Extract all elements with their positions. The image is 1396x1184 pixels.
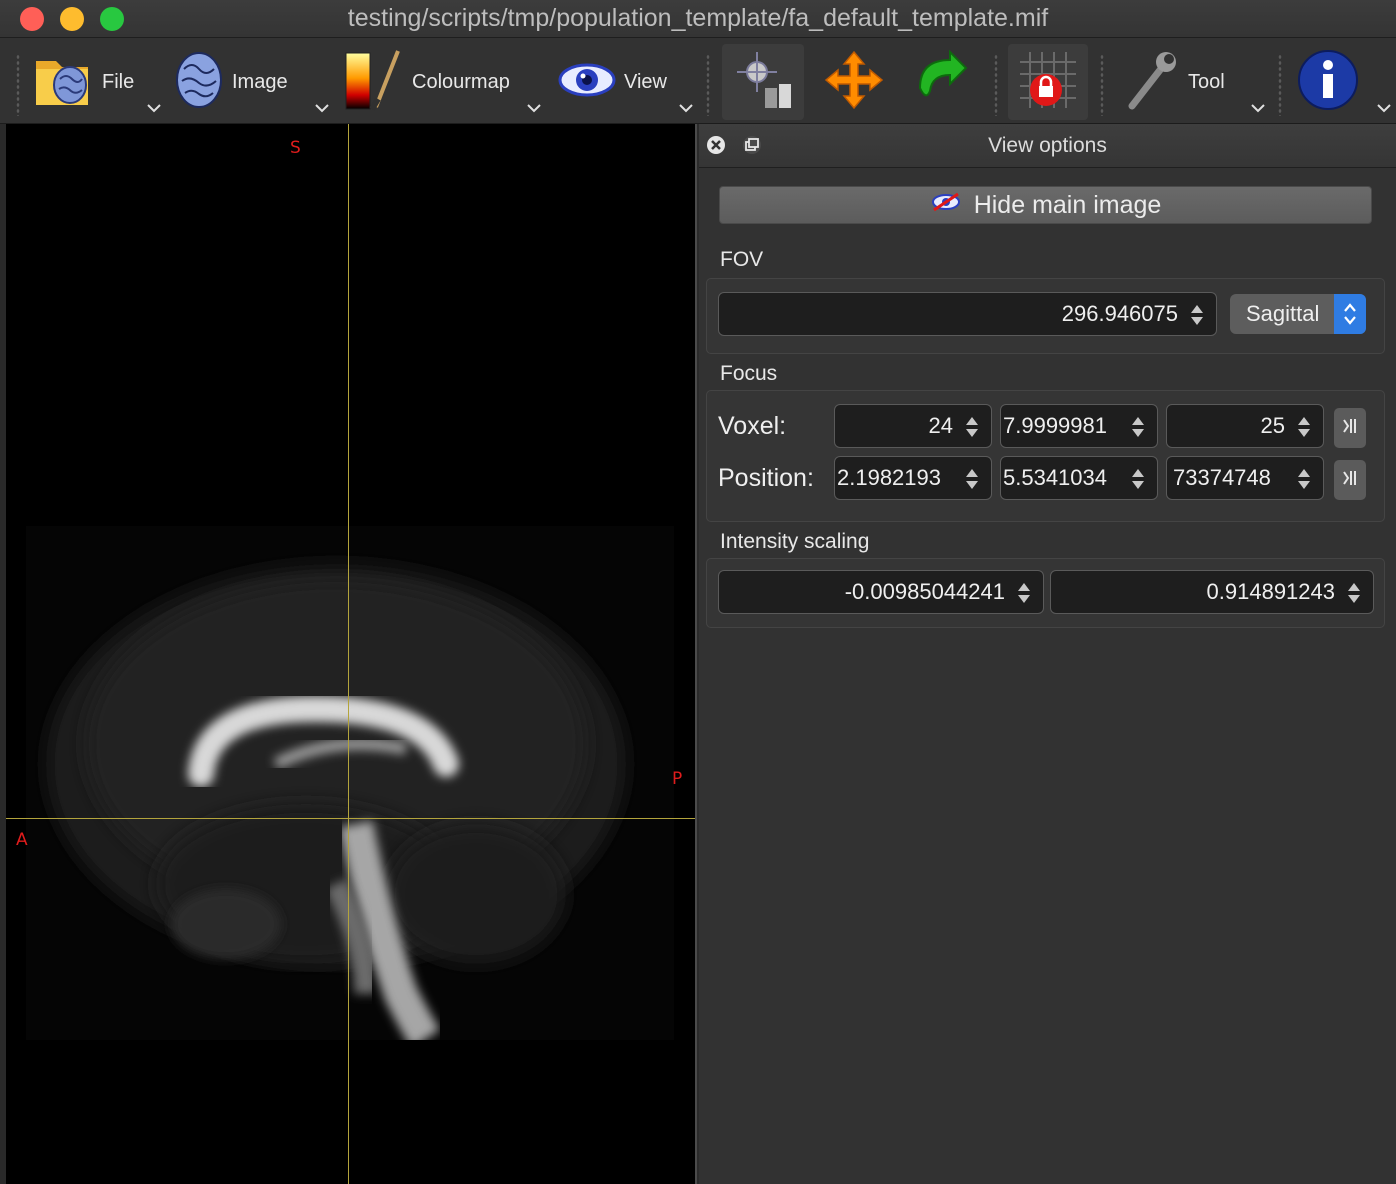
crosshair-icon bbox=[731, 48, 795, 117]
up-down-arrows-icon[interactable] bbox=[965, 467, 979, 491]
position-z-spinbox[interactable]: 73374748 bbox=[1166, 456, 1324, 500]
chevron-down-icon bbox=[1376, 100, 1392, 116]
intensity-section-label: Intensity scaling bbox=[720, 530, 870, 553]
position-x-spinbox[interactable]: 2.1982193 bbox=[834, 456, 992, 500]
file-menu-button[interactable]: File bbox=[32, 44, 162, 120]
crosshair-mode-button[interactable] bbox=[722, 44, 804, 120]
colourmap-brush-icon bbox=[342, 47, 404, 118]
hidden-eye-icon bbox=[930, 191, 974, 220]
fov-section-label: FOV bbox=[720, 248, 764, 271]
intensity-max-value: 0.914891243 bbox=[1206, 579, 1335, 604]
position-y-spinbox[interactable]: 5.5341034 bbox=[1000, 456, 1158, 500]
plane-select[interactable]: Sagittal bbox=[1230, 294, 1366, 334]
orientation-label-anterior: A bbox=[16, 830, 28, 850]
voxel-x-value: 24 bbox=[928, 413, 953, 438]
voxel-x-spinbox[interactable]: 24 bbox=[834, 404, 992, 448]
tool-menu-button[interactable]: Tool bbox=[1126, 44, 1266, 120]
image-menu-label: Image bbox=[232, 70, 288, 93]
voxel-z-value: 25 bbox=[1260, 413, 1285, 438]
up-down-arrows-icon[interactable] bbox=[1347, 581, 1361, 605]
eye-icon bbox=[558, 55, 616, 110]
toolbar-grip[interactable] bbox=[1278, 54, 1282, 116]
wrench-icon bbox=[1126, 50, 1180, 115]
image-menu-button[interactable]: Image bbox=[174, 44, 330, 120]
chevron-down-icon bbox=[314, 100, 330, 116]
view-menu-label: View bbox=[624, 70, 667, 93]
colourmap-menu-label: Colourmap bbox=[412, 70, 510, 93]
position-x-value: 2.1982193 bbox=[837, 465, 941, 490]
link-icon bbox=[1341, 415, 1359, 442]
chevron-down-icon bbox=[526, 100, 542, 116]
panel-title: View options bbox=[988, 134, 1107, 157]
up-down-arrows-icon[interactable] bbox=[1017, 581, 1031, 605]
rotate-arrow-icon bbox=[910, 48, 974, 117]
chevron-down-icon bbox=[678, 100, 694, 116]
up-down-arrows-icon[interactable] bbox=[1297, 415, 1311, 439]
crosshair-horizontal bbox=[6, 818, 695, 819]
info-menu-button[interactable] bbox=[1296, 44, 1392, 120]
orientation-label-posterior: P bbox=[672, 769, 683, 789]
file-menu-label: File bbox=[102, 70, 135, 93]
position-label: Position: bbox=[718, 464, 814, 492]
colourmap-menu-button[interactable]: Colourmap bbox=[342, 44, 542, 120]
plane-select-value: Sagittal bbox=[1246, 301, 1320, 326]
voxel-label: Voxel: bbox=[718, 412, 787, 440]
toolbar-grip[interactable] bbox=[16, 54, 20, 116]
voxel-link-button[interactable] bbox=[1334, 408, 1366, 448]
toolbar-grip[interactable] bbox=[1100, 54, 1104, 116]
lock-to-grid-button[interactable] bbox=[1008, 44, 1088, 120]
toolbar-grip[interactable] bbox=[994, 54, 998, 116]
folder-brain-icon bbox=[32, 49, 94, 116]
up-down-arrows-icon[interactable] bbox=[1190, 303, 1204, 327]
focus-section-label: Focus bbox=[720, 362, 778, 385]
window-title: testing/scripts/tmp/population_template/… bbox=[347, 4, 1049, 32]
view-menu-button[interactable]: View bbox=[558, 44, 694, 120]
title-bar: testing/scripts/tmp/population_template/… bbox=[0, 0, 1396, 38]
up-down-arrows-icon[interactable] bbox=[1297, 467, 1311, 491]
up-down-arrows-icon[interactable] bbox=[1131, 415, 1145, 439]
pan-mode-button[interactable] bbox=[814, 44, 894, 120]
image-viewport[interactable]: S A P bbox=[6, 124, 697, 1184]
hide-main-image-button[interactable]: Hide main image bbox=[719, 186, 1372, 224]
chevron-down-icon bbox=[146, 100, 162, 116]
fov-value: 296.946075 bbox=[1061, 301, 1178, 326]
grid-lock-icon bbox=[1016, 48, 1080, 117]
intensity-min-value: -0.00985044241 bbox=[844, 579, 1005, 604]
link-icon bbox=[1341, 467, 1359, 494]
chevron-down-icon bbox=[1250, 100, 1266, 116]
voxel-y-spinbox[interactable]: 7.9999981 bbox=[1000, 404, 1158, 448]
info-icon bbox=[1296, 48, 1360, 117]
position-link-button[interactable] bbox=[1334, 460, 1366, 500]
hide-main-image-label: Hide main image bbox=[973, 190, 1162, 219]
brain-icon bbox=[174, 49, 224, 116]
rotate-mode-button[interactable] bbox=[902, 44, 982, 120]
toolbar-grip[interactable] bbox=[706, 54, 710, 116]
intensity-max-spinbox[interactable]: 0.914891243 bbox=[1050, 570, 1374, 614]
select-arrows-icon[interactable] bbox=[1334, 294, 1366, 334]
position-z-value: 73374748 bbox=[1173, 465, 1271, 490]
main-toolbar: File Image Colourmap View Tool bbox=[0, 38, 1396, 124]
position-y-value: 5.5341034 bbox=[1003, 465, 1107, 490]
panel-header: View options bbox=[699, 124, 1396, 168]
crosshair-vertical bbox=[348, 124, 349, 1184]
sagittal-brain-image bbox=[6, 526, 695, 1184]
voxel-y-value: 7.9999981 bbox=[1003, 413, 1107, 438]
intensity-min-spinbox[interactable]: -0.00985044241 bbox=[718, 570, 1044, 614]
move-arrows-icon bbox=[822, 48, 886, 117]
tool-menu-label: Tool bbox=[1188, 70, 1225, 93]
view-options-panel: View options Hide main image FOV 296.946… bbox=[699, 124, 1396, 1184]
up-down-arrows-icon[interactable] bbox=[965, 415, 979, 439]
fov-spinbox[interactable]: 296.946075 bbox=[718, 292, 1217, 336]
voxel-z-spinbox[interactable]: 25 bbox=[1166, 404, 1324, 448]
orientation-label-superior: S bbox=[290, 138, 301, 158]
up-down-arrows-icon[interactable] bbox=[1131, 467, 1145, 491]
